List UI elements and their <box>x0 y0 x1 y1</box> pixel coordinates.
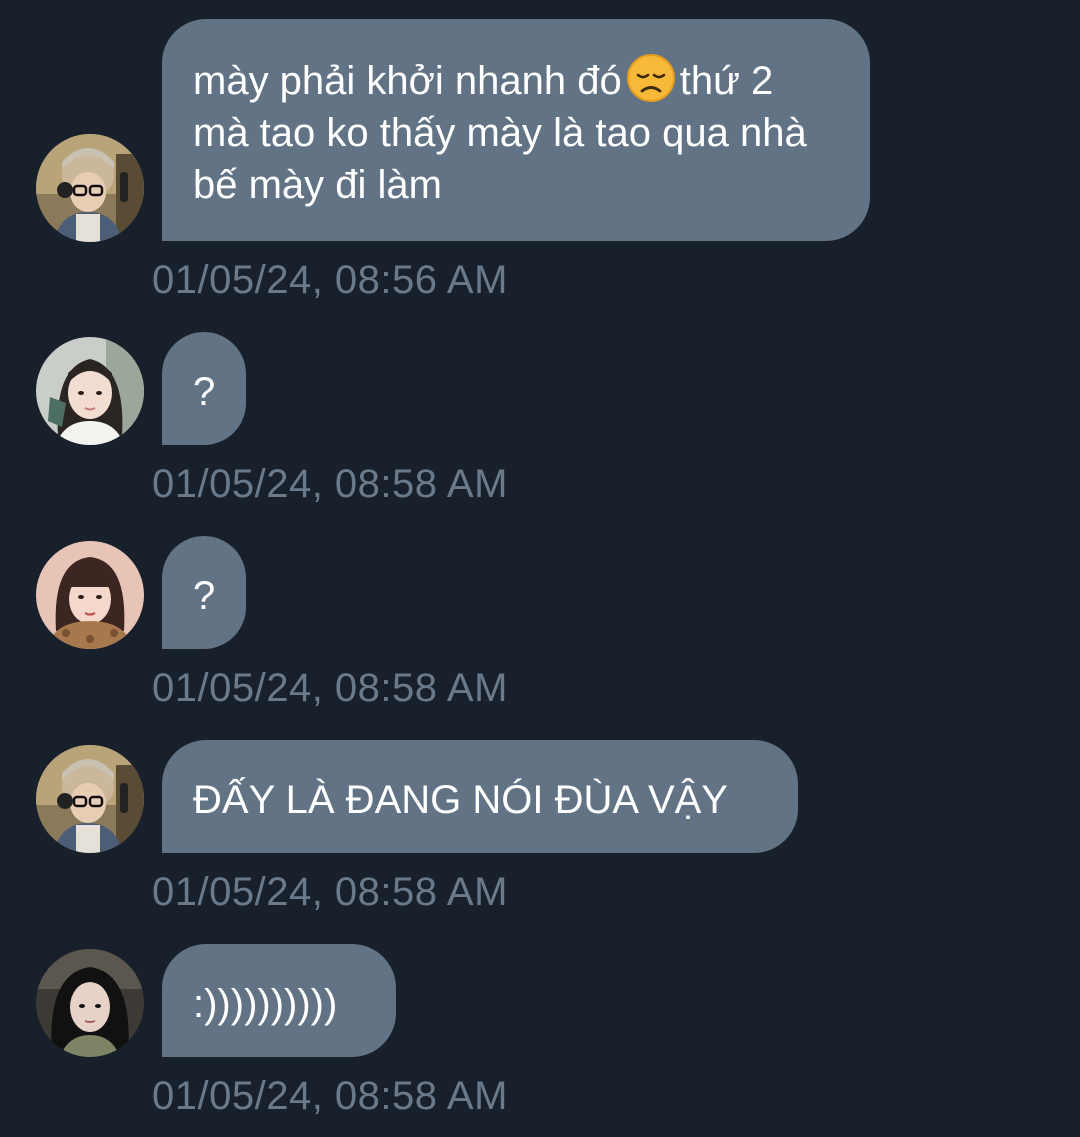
message-text: mày phải khởi nhanh đó <box>193 59 622 103</box>
disappointed-face-emoji-icon <box>626 53 676 103</box>
message-bubble[interactable]: :)))))))))) <box>162 944 396 1057</box>
message-bubble[interactable]: ĐẤY LÀ ĐANG NÓI ĐÙA VẬY <box>162 740 798 853</box>
message-timestamp: 01/05/24, 08:58 AM <box>152 870 508 914</box>
message-timestamp: 01/05/24, 08:58 AM <box>152 1074 508 1118</box>
message-bubble[interactable]: ? <box>162 536 246 649</box>
message-timestamp: 01/05/24, 08:58 AM <box>152 666 508 710</box>
chat-thread: mày phải khởi nhanh đó thứ 2 mà tao ko t… <box>0 0 1080 1137</box>
message-timestamp: 01/05/24, 08:58 AM <box>152 462 508 506</box>
message-text: ? <box>193 370 216 414</box>
message-text: ? <box>193 574 216 618</box>
message-text: :)))))))))) <box>193 982 338 1026</box>
message-timestamp: 01/05/24, 08:56 AM <box>152 258 508 302</box>
avatar[interactable] <box>36 134 144 242</box>
avatar[interactable] <box>36 541 144 649</box>
avatar[interactable] <box>36 745 144 853</box>
avatar[interactable] <box>36 337 144 445</box>
avatar[interactable] <box>36 949 144 1057</box>
message-bubble[interactable]: mày phải khởi nhanh đó thứ 2 mà tao ko t… <box>162 19 870 241</box>
message-text: ĐẤY LÀ ĐANG NÓI ĐÙA VẬY <box>193 778 728 822</box>
message-bubble[interactable]: ? <box>162 332 246 445</box>
